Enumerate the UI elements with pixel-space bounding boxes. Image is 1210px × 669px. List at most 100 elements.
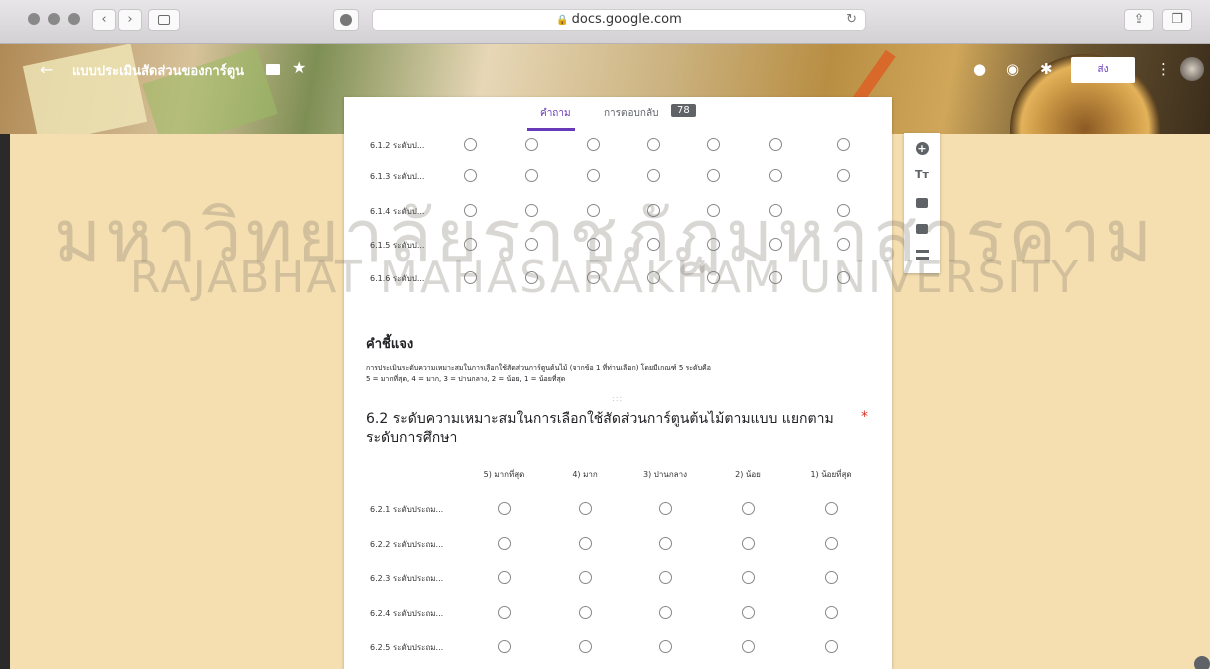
radio-button[interactable]: [579, 502, 592, 515]
radio-button[interactable]: [742, 537, 755, 550]
radio-button[interactable]: [579, 571, 592, 584]
address-bar[interactable]: 🔒 docs.google.com ↻: [372, 9, 866, 31]
tab-responses[interactable]: การตอบกลับ: [604, 106, 658, 121]
radio-button[interactable]: [579, 606, 592, 619]
radio-button[interactable]: [707, 271, 720, 284]
radio-button[interactable]: [498, 502, 511, 515]
radio-button[interactable]: [647, 204, 660, 217]
radio-button[interactable]: [769, 169, 782, 182]
shield-icon: [340, 14, 352, 26]
radio-button[interactable]: [837, 204, 850, 217]
palette-icon[interactable]: ●: [973, 60, 986, 78]
radio-button[interactable]: [525, 169, 538, 182]
add-title-icon[interactable]: Tт: [904, 168, 940, 181]
radio-button[interactable]: [769, 204, 782, 217]
radio-button[interactable]: [498, 571, 511, 584]
radio-button[interactable]: [742, 606, 755, 619]
radio-button[interactable]: [587, 238, 600, 251]
browser-forward-button[interactable]: ›: [118, 9, 142, 31]
column-header: 5) มากที่สุด: [483, 470, 525, 479]
question-title[interactable]: 6.2 ระดับความเหมาะสมในการเลือกใช้สัดส่วน…: [366, 410, 846, 448]
row-label: 6.2.4 ระดับประถม...: [370, 609, 444, 618]
radio-button[interactable]: [742, 640, 755, 653]
radio-button[interactable]: [587, 138, 600, 151]
add-image-icon[interactable]: [904, 197, 940, 212]
radio-button[interactable]: [837, 238, 850, 251]
radio-button[interactable]: [825, 502, 838, 515]
radio-button[interactable]: [464, 169, 477, 182]
radio-button[interactable]: [659, 537, 672, 550]
radio-button[interactable]: [837, 138, 850, 151]
radio-button[interactable]: [525, 238, 538, 251]
grid-row: 6.1.4 ระดับป...: [344, 200, 892, 224]
browser-back-button[interactable]: ‹: [92, 9, 116, 31]
radio-button[interactable]: [647, 169, 660, 182]
radio-button[interactable]: [825, 571, 838, 584]
radio-button[interactable]: [498, 640, 511, 653]
folder-icon[interactable]: [266, 64, 280, 75]
radio-button[interactable]: [825, 606, 838, 619]
star-icon[interactable]: ★: [292, 58, 306, 77]
privacy-shield-button[interactable]: [333, 9, 359, 31]
radio-button[interactable]: [498, 606, 511, 619]
back-arrow-icon[interactable]: ←: [40, 60, 53, 79]
radio-button[interactable]: [647, 138, 660, 151]
radio-button[interactable]: [464, 271, 477, 284]
form-title[interactable]: แบบประเมินสัดส่วนของการ์ตูน: [72, 60, 244, 81]
radio-button[interactable]: [587, 169, 600, 182]
close-window-button[interactable]: [28, 13, 40, 25]
radio-button[interactable]: [769, 271, 782, 284]
zoom-window-button[interactable]: [68, 13, 80, 25]
radio-button[interactable]: [525, 138, 538, 151]
reload-icon[interactable]: ↻: [846, 10, 857, 30]
radio-button[interactable]: [707, 138, 720, 151]
radio-button[interactable]: [659, 640, 672, 653]
grid-row: 6.2.2 ระดับประถม...: [344, 533, 892, 557]
radio-button[interactable]: [464, 138, 477, 151]
more-options-icon[interactable]: ⋮: [1156, 60, 1171, 78]
radio-button[interactable]: [769, 238, 782, 251]
radio-button[interactable]: [825, 640, 838, 653]
radio-button[interactable]: [647, 271, 660, 284]
drag-handle-icon[interactable]: :::: [612, 394, 623, 403]
radio-button[interactable]: [659, 502, 672, 515]
radio-button[interactable]: [837, 271, 850, 284]
tab-questions[interactable]: คำถาม: [540, 106, 571, 121]
active-tab-indicator: [527, 128, 575, 131]
radio-button[interactable]: [769, 138, 782, 151]
radio-button[interactable]: [587, 204, 600, 217]
radio-button[interactable]: [742, 502, 755, 515]
radio-button[interactable]: [498, 537, 511, 550]
send-button[interactable]: ส่ง: [1071, 57, 1135, 83]
radio-button[interactable]: [464, 204, 477, 217]
avatar[interactable]: [1180, 57, 1204, 81]
radio-button[interactable]: [742, 571, 755, 584]
radio-button[interactable]: [587, 271, 600, 284]
tabs-overview-button[interactable]: ❐: [1162, 9, 1192, 31]
radio-button[interactable]: [707, 169, 720, 182]
radio-button[interactable]: [464, 238, 477, 251]
add-question-icon[interactable]: +: [904, 141, 940, 156]
radio-button[interactable]: [837, 169, 850, 182]
radio-button[interactable]: [525, 204, 538, 217]
minimize-window-button[interactable]: [48, 13, 60, 25]
preview-eye-icon[interactable]: ◉: [1006, 60, 1019, 78]
settings-gear-icon[interactable]: ✱: [1040, 60, 1053, 78]
add-video-icon[interactable]: [904, 223, 940, 238]
radio-button[interactable]: [707, 238, 720, 251]
radio-button[interactable]: [647, 238, 660, 251]
radio-button[interactable]: [659, 571, 672, 584]
radio-button[interactable]: [659, 606, 672, 619]
grid-row: 6.1.6 ระดับป...: [344, 267, 892, 291]
radio-button[interactable]: [707, 204, 720, 217]
help-icon[interactable]: [1194, 656, 1210, 669]
radio-button[interactable]: [579, 537, 592, 550]
lock-icon: 🔒: [556, 15, 569, 26]
radio-button[interactable]: [825, 537, 838, 550]
radio-button[interactable]: [525, 271, 538, 284]
share-button[interactable]: ⇪: [1124, 9, 1154, 31]
radio-button[interactable]: [579, 640, 592, 653]
grid-row: 6.2.5 ระดับประถม...: [344, 636, 892, 660]
sidebar-toggle-button[interactable]: [148, 9, 180, 31]
add-section-icon[interactable]: [904, 249, 940, 264]
